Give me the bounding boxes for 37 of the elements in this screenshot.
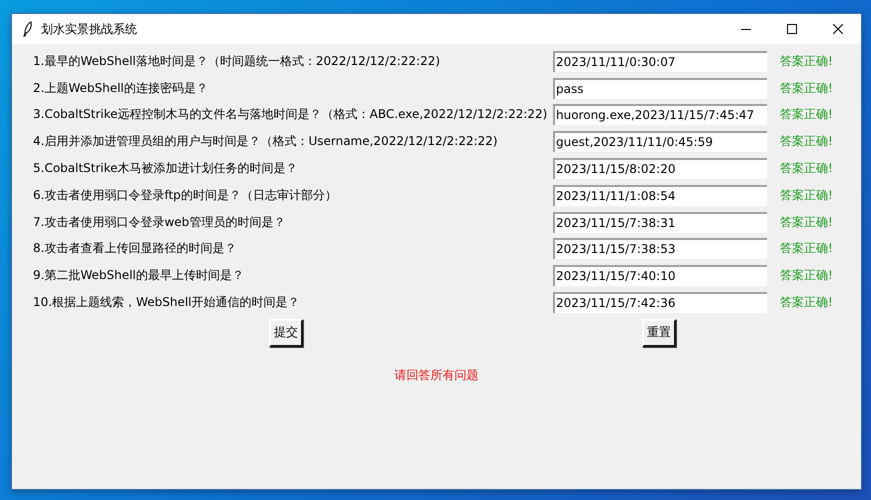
- question-label: 1.最早的WebShell落地时间是？（时间题统一格式：2022/12/12/2:22:22): [33, 52, 442, 70]
- close-icon: [833, 24, 843, 34]
- feather-icon: [23, 21, 33, 37]
- result-text: 答案正确!: [780, 106, 834, 124]
- reset-button[interactable]: 重置: [642, 318, 676, 347]
- question-label: 3.CobaltStrike远程控制木马的文件名与落地时间是？（格式：ABC.exe,2022/12/12/2:22:22): [33, 106, 548, 124]
- result-text: 答案正确!: [780, 160, 834, 178]
- question-label: 5.CobaltStrike木马被添加进计划任务的时间是？: [33, 160, 299, 178]
- result-text: 答案正确!: [780, 186, 834, 204]
- question-label: 7.攻击者使用弱口令登录web管理员的时间是？: [33, 214, 286, 231]
- question-label: 8.攻击者查看上传回显路径的时间是？: [33, 240, 238, 258]
- question-label: 6.攻击者使用弱口令登录ftp的时间是？（日志审计部分）: [33, 186, 338, 204]
- question-label: 4.启用并添加进管理员组的用户与时间是？（格式：Username,2022/12/12/2:22:22): [33, 133, 499, 150]
- result-text: 答案正确!: [780, 267, 834, 284]
- maximize-icon: [787, 24, 797, 34]
- result-text: 答案正确!: [780, 133, 834, 150]
- answer-field[interactable]: 2023/11/11/0:30:07: [553, 50, 767, 72]
- status-message: 请回答所有问题: [394, 366, 478, 384]
- submit-button[interactable]: 提交: [269, 318, 303, 347]
- answer-field[interactable]: 2023/11/15/7:38:53: [553, 238, 767, 260]
- answer-field[interactable]: huorong.exe,2023/11/15/7:45:47: [553, 104, 767, 126]
- answer-field[interactable]: 2023/11/15/7:40:10: [553, 265, 767, 286]
- question-label: 10.根据上题线索，WebShell开始通信的时间是？: [33, 294, 301, 312]
- answer-field[interactable]: 2023/11/11/1:08:54: [553, 184, 767, 206]
- question-label: 2.上题WebShell的连接密码是？: [33, 80, 209, 97]
- window-title: 划水实景挑战系统: [41, 20, 138, 38]
- answer-field[interactable]: 2023/11/15/7:42:36: [553, 292, 767, 314]
- answer-field[interactable]: 2023/11/15/7:38:31: [553, 212, 767, 233]
- result-text: 答案正确!: [780, 80, 834, 97]
- question-label: 9.第二批WebShell的最早上传时间是？: [33, 267, 245, 284]
- result-text: 答案正确!: [780, 240, 834, 258]
- answer-field[interactable]: pass: [553, 78, 767, 99]
- result-text: 答案正确!: [780, 214, 834, 231]
- answer-field[interactable]: 2023/11/15/8:02:20: [553, 158, 767, 180]
- result-text: 答案正确!: [780, 294, 834, 312]
- result-text: 答案正确!: [780, 52, 834, 70]
- answer-field[interactable]: guest,2023/11/11/0:45:59: [553, 131, 767, 152]
